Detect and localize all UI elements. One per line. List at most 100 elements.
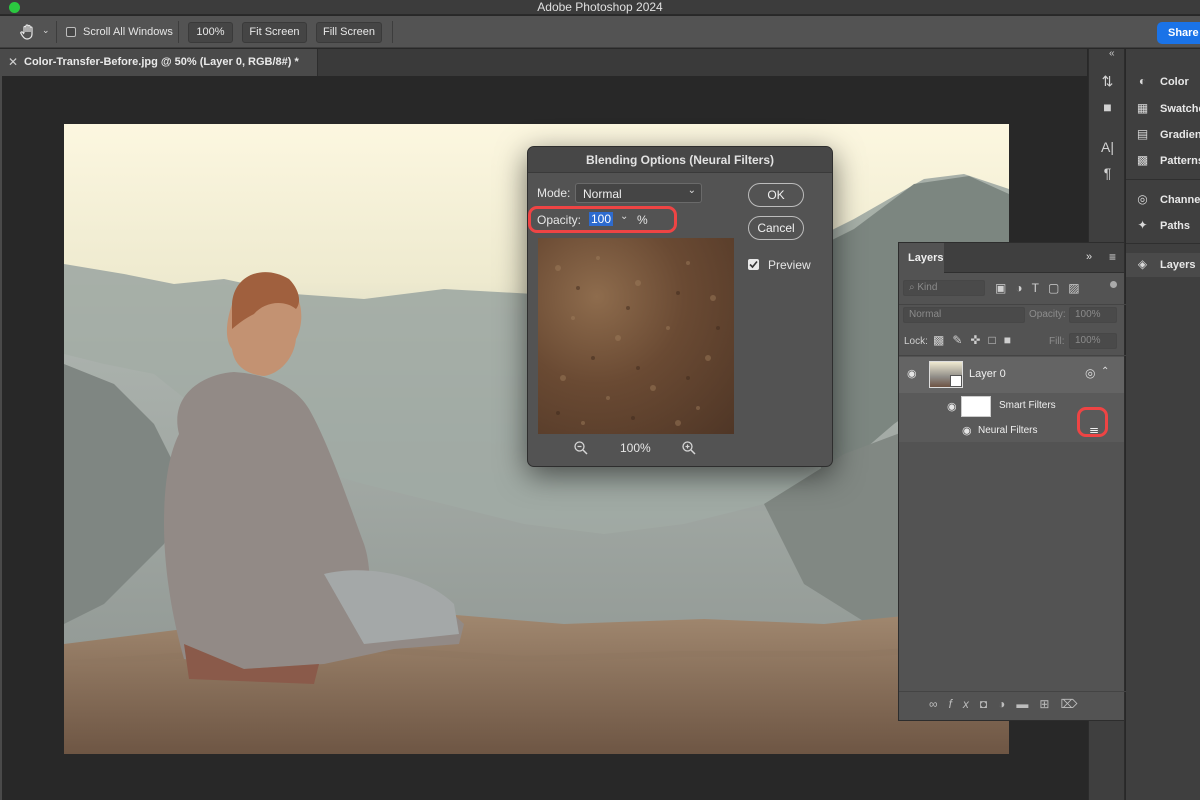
visibility-eye-icon[interactable]: ◉	[962, 424, 972, 437]
collapse-chevron-icon[interactable]: ⌃	[1101, 366, 1109, 377]
panel-color[interactable]: ◐ Color	[1126, 70, 1200, 94]
add-mask-icon[interactable]: ◘	[980, 697, 998, 711]
neural-filters-label: Neural Filters	[978, 425, 1038, 436]
paths-icon: ✦	[1137, 218, 1148, 232]
filter-icons: ▣◑T▢▨	[995, 281, 1089, 295]
patterns-icon: ▩	[1136, 153, 1149, 167]
fill-value: 100%	[1075, 335, 1101, 346]
layer-thumbnail	[929, 361, 963, 388]
filter-preview-image	[538, 238, 734, 434]
cancel-button[interactable]: Cancel	[748, 216, 804, 240]
fx-icon[interactable]: fx	[949, 697, 980, 711]
lock-paint-icon[interactable]: ✎	[952, 333, 970, 347]
options-bar: ⌄ Scroll All Windows 100% Fit Screen Fil…	[0, 16, 1200, 48]
panel-gradients[interactable]: ▤ Gradients	[1126, 123, 1200, 147]
document-tab[interactable]: ✕ Color-Transfer-Before.jpg @ 50% (Layer…	[0, 49, 318, 76]
panel-channels[interactable]: ◎ Channels	[1126, 188, 1200, 212]
new-group-icon[interactable]: ▬	[1016, 697, 1039, 711]
panel-label: Color	[1160, 76, 1189, 88]
panel-paths[interactable]: ✦ Paths	[1126, 214, 1200, 238]
layer-opacity-input[interactable]: 100%	[1069, 307, 1117, 323]
fill-input[interactable]: 100%	[1069, 333, 1117, 349]
mode-label: Mode:	[537, 186, 571, 200]
scroll-all-windows-checkbox[interactable]	[66, 27, 76, 37]
scroll-all-windows-label: Scroll All Windows	[83, 26, 173, 38]
image-filter-icon[interactable]: ▣	[995, 281, 1015, 295]
collapse-panels-icon[interactable]: «	[1109, 48, 1115, 59]
document-tab-label: Color-Transfer-Before.jpg @ 50% (Layer 0…	[24, 56, 299, 68]
smart-filters-label: Smart Filters	[999, 400, 1056, 411]
expand-panel-icon[interactable]: »	[1086, 251, 1092, 263]
close-tab-icon[interactable]: ✕	[8, 55, 18, 69]
fill-screen-button[interactable]: Fill Screen	[316, 22, 382, 43]
smart-object-icon: ◎	[1085, 366, 1096, 380]
lock-artboard-icon[interactable]: □	[988, 333, 1003, 347]
preview-label: Preview	[768, 258, 811, 272]
paragraph-icon[interactable]: ¶	[1099, 165, 1116, 182]
panel-label: Layers	[1160, 259, 1196, 271]
app-title: Adobe Photoshop 2024	[537, 0, 663, 14]
zoom-100-button[interactable]: 100%	[188, 22, 233, 43]
preview-checkbox[interactable]	[748, 259, 759, 270]
delete-layer-icon[interactable]: ⌦	[1060, 697, 1088, 711]
lock-icons: ▩✎✜□■	[933, 333, 1019, 347]
lock-transparent-icon[interactable]: ▩	[933, 333, 952, 347]
character-icon[interactable]: A|	[1099, 139, 1116, 156]
layers-tab[interactable]: Layers	[899, 243, 944, 273]
history-icon[interactable]: ⇅	[1099, 73, 1116, 90]
filter-mask-thumbnail[interactable]	[961, 396, 991, 417]
palette-icon: ◐	[1138, 74, 1147, 88]
window-title-bar: Adobe Photoshop 2024	[0, 0, 1200, 15]
hand-tool-icon[interactable]	[18, 22, 38, 42]
type-filter-icon[interactable]: T	[1032, 281, 1048, 295]
visibility-eye-icon[interactable]: ◉	[907, 367, 917, 380]
smart-object-filter-icon[interactable]: ▨	[1068, 281, 1088, 295]
filter-kind-select[interactable]: ⌕ Kind	[903, 280, 985, 296]
layer-opacity-value: 100%	[1075, 309, 1101, 320]
new-layer-icon[interactable]: ⊞	[1039, 697, 1060, 711]
lock-all-icon[interactable]: ■	[1004, 333, 1019, 347]
layers-bottom-toolbar: ∞fx◘◑▬⊞⌦	[929, 697, 1088, 711]
panel-swatches[interactable]: ▦ Swatches	[1126, 97, 1200, 121]
layers-panel: Layers » ≡ ⌕ Kind ▣◑T▢▨ Normal Opacity: …	[898, 242, 1126, 721]
swatches-icon: ▦	[1136, 101, 1149, 115]
search-icon: ⌕	[909, 282, 915, 293]
channels-icon: ◎	[1137, 192, 1148, 206]
visibility-eye-icon[interactable]: ◉	[947, 400, 957, 413]
gradient-icon: ▤	[1136, 127, 1149, 141]
layer-row-layer-0[interactable]: ◉ Layer 0 ◎ ⌃	[899, 357, 1124, 393]
panel-list: ◐ Color ▦ Swatches ▤ Gradients ▩ Pattern…	[1126, 49, 1200, 800]
mode-value: Normal	[583, 187, 622, 201]
filter-kind-value: Kind	[917, 282, 938, 293]
chevron-down-icon: ⌄	[687, 185, 696, 196]
mode-select[interactable]: Normal ⌄	[575, 183, 702, 203]
zoom-out-icon[interactable]	[573, 440, 589, 456]
opacity-highlight-ring	[528, 206, 677, 233]
panel-patterns[interactable]: ▩ Patterns	[1126, 149, 1200, 173]
panel-label: Swatches	[1160, 103, 1200, 115]
dialog-title: Blending Options (Neural Filters)	[528, 147, 832, 173]
filter-toggle-icon[interactable]	[1110, 281, 1117, 288]
chevron-down-icon[interactable]: ⌄	[42, 25, 50, 36]
comments-icon[interactable]: ■	[1099, 99, 1116, 116]
blend-mode-value: Normal	[909, 309, 942, 320]
share-button[interactable]: Share	[1157, 22, 1200, 44]
panel-label: Patterns	[1160, 155, 1200, 167]
blending-options-highlight-ring	[1077, 407, 1108, 437]
preview-zoom-level: 100%	[620, 441, 651, 455]
fit-screen-button[interactable]: Fit Screen	[242, 22, 307, 43]
shape-filter-icon[interactable]: ▢	[1048, 281, 1068, 295]
panel-menu-icon[interactable]: ≡	[1109, 250, 1116, 264]
fill-label: Fill:	[1049, 336, 1065, 347]
blending-options-dialog: Blending Options (Neural Filters) Mode: …	[527, 146, 833, 467]
panel-layers[interactable]: ◈ Layers	[1126, 253, 1200, 277]
layer-name: Layer 0	[969, 368, 1006, 380]
ok-button[interactable]: OK	[748, 183, 804, 207]
adjustment-filter-icon[interactable]: ◑	[1015, 281, 1031, 295]
zoom-in-icon[interactable]	[681, 440, 697, 456]
link-layers-icon[interactable]: ∞	[929, 697, 949, 711]
blend-mode-select[interactable]: Normal	[903, 307, 1025, 323]
lock-position-icon[interactable]: ✜	[970, 333, 988, 347]
adjustment-layer-icon[interactable]: ◑	[998, 697, 1016, 711]
panel-label: Gradients	[1160, 129, 1200, 141]
